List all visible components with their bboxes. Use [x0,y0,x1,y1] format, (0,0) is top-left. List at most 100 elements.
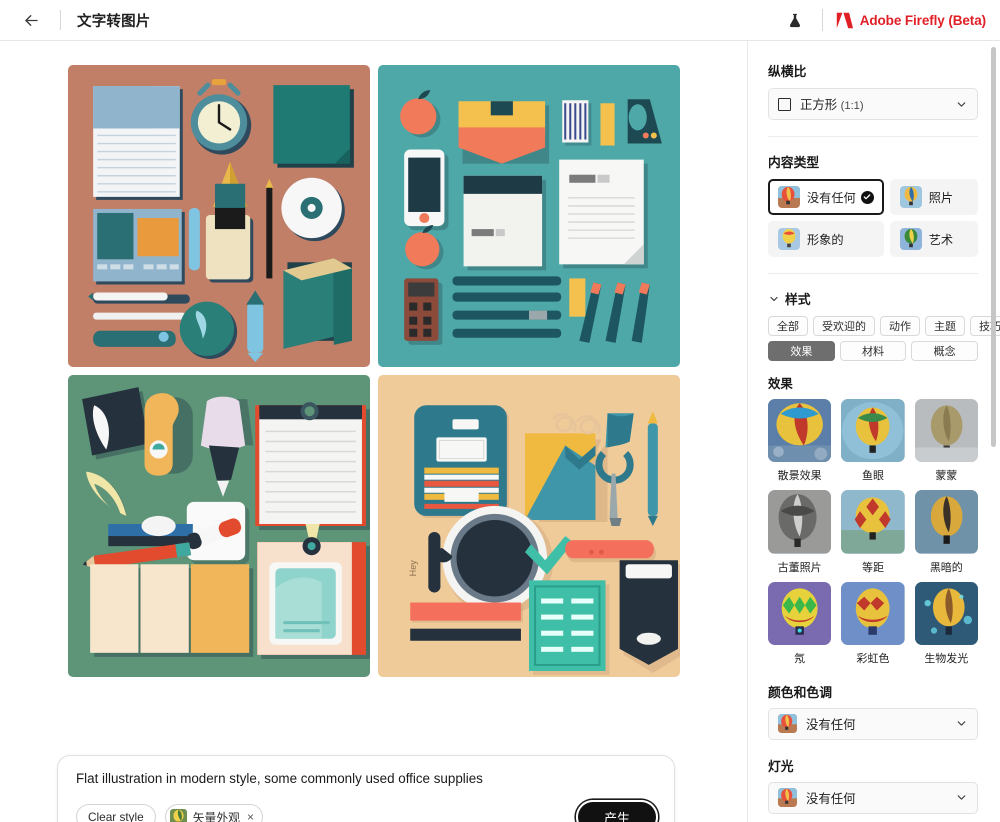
effect-label: 等距 [861,561,884,574]
style-filter-concepts[interactable]: 概念 [911,341,979,361]
effect-thumbnail [914,399,978,463]
lighting-section: 灯光 没有任何 [768,756,978,814]
style-tag-thumbnail [169,808,187,822]
brand-divider [821,9,823,31]
effect-option-isometric[interactable]: 等距 [841,490,905,574]
balloon-thumbnail-icon [899,186,922,208]
generated-image-3[interactable] [67,375,370,677]
effect-label: 彩虹色 [856,652,890,665]
firefly-app: 文字转图片 Adobe Firefly (Beta) Hey Flat illu… [0,0,1000,822]
content-type-option-art[interactable]: 艺术 [889,221,978,257]
lighting-value: 没有任何 [806,791,856,806]
style-section-header[interactable]: 样式 [768,289,978,308]
effect-thumbnail [841,399,905,463]
style-filter-materials[interactable]: 材料 [839,341,907,361]
style-filter-all[interactable]: 全部 [768,316,808,336]
effect-option-fisheye[interactable]: 鱼眼 [841,399,905,483]
effect-label: 散景效果 [777,470,822,483]
effect-label: 鱼眼 [861,470,884,483]
color-tone-section: 颜色和色调 没有任何 [768,682,978,740]
effect-option-neon[interactable]: 氖 [768,581,832,666]
app-body: Hey Flat illustration in modern style, s… [0,41,1000,822]
aspect-ratio-value: 正方形 (1:1) [800,98,864,112]
effect-option-hazy[interactable]: 蒙蒙 [914,399,978,483]
effect-thumbnail [914,581,978,645]
flask-icon[interactable] [782,7,808,33]
style-filter-movement[interactable]: 动作 [880,316,920,336]
color-tone-title: 颜色和色调 [768,684,832,700]
style-tag-label: 矢量外观 [192,810,240,822]
results-canvas: Hey Flat illustration in modern style, s… [0,41,747,822]
lighting-select[interactable]: 没有任何 [768,781,978,814]
effect-label: 黑暗的 [929,561,963,574]
content-type-label: 没有任何 [807,191,856,205]
effect-option-bokeh[interactable]: 散景效果 [768,399,832,483]
color-tone-select[interactable]: 没有任何 [768,707,978,740]
effect-label: 氖 [794,652,806,665]
style-filter-row-1: 全部 受欢迎的 动作 主题 技巧 [768,316,1000,336]
effect-thumbnail [841,581,905,645]
style-tag-chip[interactable]: 矢量外观 × [164,804,263,822]
balloon-thumbnail-icon [899,228,922,250]
content-type-label: 艺术 [928,233,954,247]
balloon-thumbnail-icon [778,714,797,734]
prompt-controls-row: Clear style 矢量外观 × 产生 [76,800,658,822]
style-filter-popular[interactable]: 受欢迎的 [813,316,875,336]
effect-thumbnail [768,490,832,554]
content-type-option-graphic[interactable]: 形象的 [768,221,884,257]
style-tag-remove-icon[interactable]: × [246,811,254,822]
effects-grid: 散景效果 鱼眼 蒙蒙 古董照片 等距 黑暗的 氖 彩虹色 生物发光 [768,399,978,666]
chevron-down-icon [768,293,780,305]
generate-button[interactable]: 产生 [578,802,656,822]
chevron-down-icon [955,791,968,804]
content-type-option-none[interactable]: 没有任何 [768,179,884,215]
effect-label: 蒙蒙 [935,470,958,483]
adobe-logo-icon [836,12,853,28]
generate-button-wrapper: 产生 [576,800,658,822]
chevron-down-icon [955,717,968,730]
content-type-grid: 没有任何 照片 形象的 艺术 [768,179,978,257]
brand-logo[interactable]: Adobe Firefly (Beta) [835,12,986,29]
style-filter-effects[interactable]: 效果 [768,341,835,361]
prompt-bar: Flat illustration in modern style, some … [57,755,675,822]
header-right-group: Adobe Firefly (Beta) [782,7,986,33]
generated-image-1[interactable] [67,65,370,367]
effect-option-dark[interactable]: 黑暗的 [914,490,978,574]
balloon-thumbnail-icon [778,788,797,808]
panel-scrollbar[interactable] [991,47,996,447]
style-filter-row-2: 效果 材料 概念 [768,341,979,361]
effects-heading: 效果 [768,377,793,391]
settings-panel: 纵横比 正方形 (1:1) 内容类型 没有任何 照片 形象的 艺术 样式 全部 … [747,41,1000,822]
content-type-label: 形象的 [807,233,844,247]
header-divider [60,10,61,30]
style-title: 样式 [785,292,811,307]
clear-style-button[interactable]: Clear style [76,804,156,822]
chevron-down-icon [955,98,968,111]
effect-thumbnail [768,581,832,645]
page-title: 文字转图片 [77,13,151,30]
color-tone-value: 没有任何 [806,717,856,732]
effect-option-iridescent[interactable]: 彩虹色 [841,581,905,666]
image-results-grid: Hey [67,65,680,679]
panel-divider [768,136,978,137]
content-type-label: 照片 [928,191,954,205]
generated-image-2[interactable] [377,65,680,367]
aspect-ratio-title: 纵横比 [768,64,807,79]
generated-image-4[interactable]: Hey [377,375,680,677]
effect-option-vintage-photo[interactable]: 古董照片 [768,490,832,574]
effect-thumbnail [841,490,905,554]
effect-option-bioluminescent[interactable]: 生物发光 [914,581,978,666]
panel-scroll-area: 纵横比 正方形 (1:1) 内容类型 没有任何 照片 形象的 艺术 样式 全部 … [748,41,1000,822]
prompt-input[interactable]: Flat illustration in modern style, some … [76,770,658,787]
content-type-option-photo[interactable]: 照片 [889,179,978,215]
effect-thumbnail [768,399,832,463]
balloon-thumbnail-icon [778,186,800,208]
style-filter-theme[interactable]: 主题 [925,316,965,336]
aspect-ratio-select[interactable]: 正方形 (1:1) [768,88,978,120]
check-icon [860,190,874,204]
panel-divider-2 [768,273,978,274]
lighting-title: 灯光 [768,758,794,774]
back-arrow-icon[interactable] [18,7,44,33]
content-type-title: 内容类型 [768,155,820,170]
balloon-thumbnail-icon [778,228,800,250]
